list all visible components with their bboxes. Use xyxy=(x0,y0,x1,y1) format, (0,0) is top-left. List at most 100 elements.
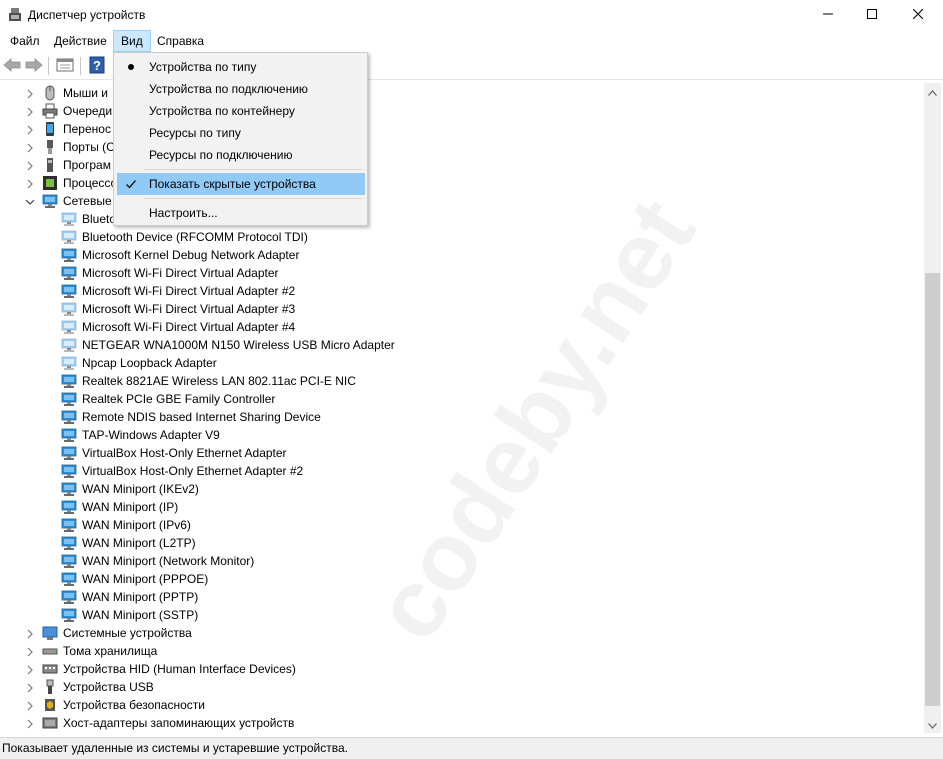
scroll-up-button[interactable] xyxy=(924,83,941,100)
chevron-right-icon[interactable] xyxy=(25,628,35,639)
tree-item-label: WAN Miniport (L2TP) xyxy=(82,536,196,550)
network-adapter-icon xyxy=(61,463,77,479)
hid-device-icon xyxy=(42,661,58,677)
tree-device-row[interactable]: Microsoft Wi-Fi Direct Virtual Adapter xyxy=(0,264,924,282)
scroll-down-button[interactable] xyxy=(924,716,941,733)
chevron-right-icon[interactable] xyxy=(25,682,35,693)
tree-category-row[interactable]: Устройства USB xyxy=(0,678,924,696)
menu-view[interactable]: Вид xyxy=(113,30,151,52)
tree-item-label: Microsoft Kernel Debug Network Adapter xyxy=(82,248,300,262)
view-menu-item[interactable]: Ресурсы по подключению xyxy=(117,144,365,166)
tree-device-row[interactable]: VirtualBox Host-Only Ethernet Adapter #2 xyxy=(0,462,924,480)
view-menu-item[interactable]: Настроить... xyxy=(117,202,365,224)
mouse-icon xyxy=(42,85,58,101)
chevron-right-icon[interactable] xyxy=(25,106,35,117)
radio-dot-icon xyxy=(125,61,137,73)
scrollbar-thumb[interactable] xyxy=(925,273,940,706)
network-adapter-icon xyxy=(61,265,77,281)
properties-button[interactable] xyxy=(55,56,75,76)
tree-device-row[interactable]: Npcap Loopback Adapter xyxy=(0,354,924,372)
menu-file[interactable]: Файл xyxy=(3,30,47,52)
tree-item-label: Npcap Loopback Adapter xyxy=(82,356,217,370)
tree-device-row[interactable]: Realtek PCIe GBE Family Controller xyxy=(0,390,924,408)
chevron-right-icon[interactable] xyxy=(25,718,35,729)
network-adapter-icon xyxy=(61,373,77,389)
tree-item-label: Устройства безопасности xyxy=(63,698,205,712)
back-button[interactable] xyxy=(2,56,22,76)
svg-text:?: ? xyxy=(93,58,101,73)
tree-item-label: Мыши и xyxy=(63,86,108,100)
tree-device-row[interactable]: Microsoft Wi-Fi Direct Virtual Adapter #… xyxy=(0,300,924,318)
network-adapter-icon xyxy=(61,355,77,371)
view-menu-item[interactable]: Устройства по подключению xyxy=(117,78,365,100)
tree-device-row[interactable]: VirtualBox Host-Only Ethernet Adapter xyxy=(0,444,924,462)
chevron-right-icon[interactable] xyxy=(25,142,35,153)
chevron-right-icon[interactable] xyxy=(25,664,35,675)
vertical-scrollbar[interactable] xyxy=(924,83,941,733)
tree-device-row[interactable]: Microsoft Wi-Fi Direct Virtual Adapter #… xyxy=(0,318,924,336)
tree-device-row[interactable]: Realtek 8821AE Wireless LAN 802.11ac PCI… xyxy=(0,372,924,390)
chevron-down-icon xyxy=(928,718,937,732)
tree-item-label: WAN Miniport (Network Monitor) xyxy=(82,554,255,568)
title-bar: Диспетчер устройств xyxy=(0,0,943,30)
view-menu-item[interactable]: Устройства по контейнеру xyxy=(117,100,365,122)
view-menu-item-label: Ресурсы по типу xyxy=(149,126,241,140)
tree-device-row[interactable]: WAN Miniport (L2TP) xyxy=(0,534,924,552)
chevron-right-icon[interactable] xyxy=(25,124,35,135)
tree-item-label: Устройства USB xyxy=(63,680,154,694)
tree-item-label: Тома хранилища xyxy=(63,644,158,658)
tree-device-row[interactable]: NETGEAR WNA1000M N150 Wireless USB Micro… xyxy=(0,336,924,354)
tree-category-row[interactable]: Устройства HID (Human Interface Devices) xyxy=(0,660,924,678)
close-icon xyxy=(912,8,924,22)
tree-device-row[interactable]: TAP-Windows Adapter V9 xyxy=(0,426,924,444)
network-adapter-icon xyxy=(61,481,77,497)
tree-item-label: Microsoft Wi-Fi Direct Virtual Adapter #… xyxy=(82,320,296,334)
tree-device-row[interactable]: Remote NDIS based Internet Sharing Devic… xyxy=(0,408,924,426)
tree-category-row[interactable]: Тома хранилища xyxy=(0,642,924,660)
view-menu-item[interactable]: Устройства по типу xyxy=(117,56,365,78)
window-title: Диспетчер устройств xyxy=(28,8,146,22)
device-manager-icon xyxy=(8,7,22,26)
tree-item-label: Перенос xyxy=(63,122,111,136)
tree-device-row[interactable]: WAN Miniport (PPTP) xyxy=(0,588,924,606)
tree-item-label: Порты (С xyxy=(63,140,115,154)
network-adapter-icon xyxy=(42,193,58,209)
tree-device-row[interactable]: WAN Miniport (IPv6) xyxy=(0,516,924,534)
close-button[interactable] xyxy=(895,0,941,30)
chevron-right-icon[interactable] xyxy=(25,88,35,99)
tree-item-label: WAN Miniport (IPv6) xyxy=(82,518,191,532)
menu-action[interactable]: Действие xyxy=(47,30,114,52)
tree-item-label: NETGEAR WNA1000M N150 Wireless USB Micro… xyxy=(82,338,395,352)
tree-category-row[interactable]: Устройства безопасности xyxy=(0,696,924,714)
tree-device-row[interactable]: WAN Miniport (PPPOE) xyxy=(0,570,924,588)
chevron-right-icon[interactable] xyxy=(25,646,35,657)
tree-device-row[interactable]: WAN Miniport (IP) xyxy=(0,498,924,516)
properties-icon xyxy=(56,57,74,76)
network-adapter-icon xyxy=(61,427,77,443)
menu-bar: Файл Действие Вид Справка xyxy=(0,30,943,52)
chevron-right-icon[interactable] xyxy=(25,160,35,171)
tree-device-row[interactable]: WAN Miniport (Network Monitor) xyxy=(0,552,924,570)
help-button[interactable]: ? xyxy=(87,56,107,76)
maximize-button[interactable] xyxy=(849,0,895,30)
view-menu-item-label: Настроить... xyxy=(149,206,218,220)
tree-item-label: Устройства HID (Human Interface Devices) xyxy=(63,662,296,676)
view-menu-item-label: Устройства по подключению xyxy=(149,82,308,96)
tree-device-row[interactable]: Microsoft Wi-Fi Direct Virtual Adapter #… xyxy=(0,282,924,300)
tree-category-row[interactable]: Системные устройства xyxy=(0,624,924,642)
forward-button[interactable] xyxy=(24,56,44,76)
tree-device-row[interactable]: Bluetooth Device (RFCOMM Protocol TDI) xyxy=(0,228,924,246)
minimize-button[interactable] xyxy=(805,0,851,30)
tree-device-row[interactable]: Microsoft Kernel Debug Network Adapter xyxy=(0,246,924,264)
tree-device-row[interactable]: WAN Miniport (SSTP) xyxy=(0,606,924,624)
view-menu-item[interactable]: Ресурсы по типу xyxy=(117,122,365,144)
tree-item-label: Процессо xyxy=(63,176,118,190)
tree-device-row[interactable]: WAN Miniport (IKEv2) xyxy=(0,480,924,498)
menu-help[interactable]: Справка xyxy=(150,30,211,52)
tree-category-row[interactable]: Хост-адаптеры запоминающих устройств xyxy=(0,714,924,732)
chevron-right-icon[interactable] xyxy=(25,178,35,189)
chevron-down-icon[interactable] xyxy=(25,196,35,206)
chevron-right-icon[interactable] xyxy=(25,700,35,711)
view-menu-item-label: Устройства по типу xyxy=(149,60,257,74)
view-menu-item[interactable]: Показать скрытые устройства xyxy=(117,173,365,195)
